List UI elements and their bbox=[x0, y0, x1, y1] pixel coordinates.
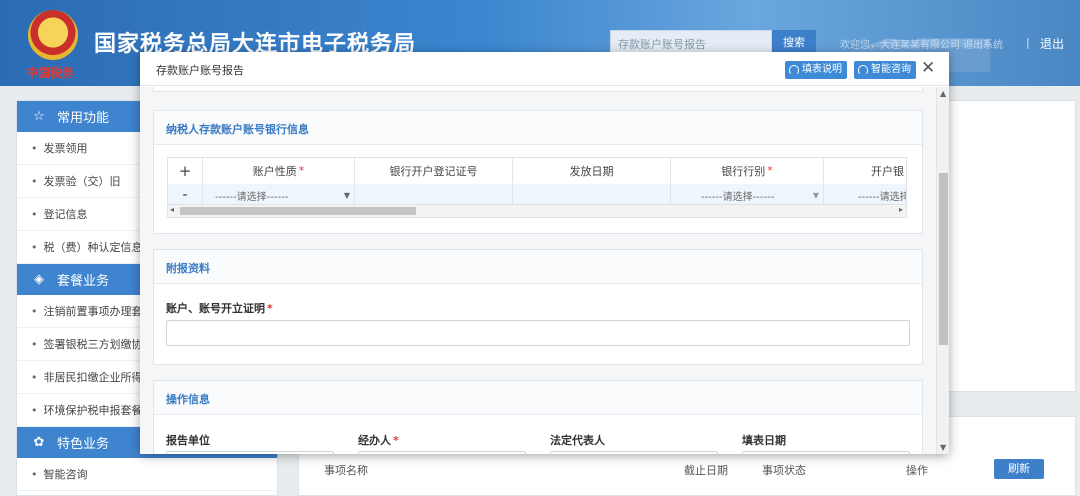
handler-label: 经办人 * bbox=[358, 434, 399, 447]
col-deadline: 截止日期 bbox=[684, 464, 728, 477]
dialog-header: 存款账户账号报告 填表说明 智能咨询 ✕ bbox=[140, 52, 949, 86]
scroll-thumb[interactable] bbox=[180, 207, 416, 215]
section-title: 操作信息 bbox=[154, 381, 922, 415]
headset-icon bbox=[858, 65, 868, 75]
legal-rep-input[interactable] bbox=[550, 451, 718, 454]
fill-guide-button[interactable]: 填表说明 bbox=[785, 61, 847, 79]
headset-icon bbox=[789, 65, 799, 75]
proof-upload-field[interactable] bbox=[166, 320, 910, 346]
grid-data-row: - ------请选择------ ▼ ------请选择------ ▼ ----… bbox=[168, 184, 906, 204]
dialog-body: 纳税人存款账户账号银行信息 + 账户性质 * 银行开户登记证号 发放日期 银行行别… bbox=[140, 87, 936, 454]
grid-col-bank-type: 银行行别 * bbox=[671, 158, 824, 183]
sidebar-section-title: 套餐业务 bbox=[57, 274, 110, 289]
sidebar-item-smart-consult[interactable]: • 智能咨询 bbox=[17, 458, 277, 491]
bank-reg-no-cell[interactable] bbox=[355, 184, 513, 204]
dropdown-arrow-icon: ▼ bbox=[812, 190, 819, 200]
scroll-down-icon[interactable]: ▼ bbox=[940, 443, 946, 452]
package-icon: ◈ bbox=[34, 272, 44, 287]
section-title: 纳税人存款账户账号银行信息 bbox=[154, 111, 922, 145]
scroll-right-icon[interactable]: ▸ bbox=[899, 205, 903, 214]
account-type-select[interactable]: ------请选择------ ▼ bbox=[203, 184, 355, 204]
logout-link[interactable]: 退出 bbox=[1040, 35, 1064, 52]
col-action: 操作 bbox=[906, 464, 928, 477]
dialog-title: 存款账户账号报告 bbox=[156, 64, 244, 77]
header-separator: | bbox=[1026, 36, 1030, 49]
bank-info-section: 纳税人存款账户账号银行信息 + 账户性质 * 银行开户登记证号 发放日期 银行行别… bbox=[153, 110, 923, 234]
legal-rep-label: 法定代表人 bbox=[550, 434, 605, 447]
smart-consult-button[interactable]: 智能咨询 bbox=[854, 61, 916, 79]
emblem-caption: 中国税务 bbox=[26, 66, 75, 80]
tax-emblem-icon bbox=[28, 10, 78, 60]
handler-input[interactable] bbox=[358, 451, 526, 454]
grid-col-issue-date: 发放日期 bbox=[513, 158, 671, 183]
dialog-vertical-scrollbar[interactable]: ▲ ▼ bbox=[936, 87, 949, 454]
grid-header-row: + 账户性质 * 银行开户登记证号 发放日期 银行行别 * 开户银 bbox=[168, 158, 906, 183]
deposit-account-report-dialog: 存款账户账号报告 填表说明 智能咨询 ✕ 纳税人存款账户账号银行信息 + 账户性… bbox=[140, 52, 949, 454]
dropdown-arrow-icon: ▼ bbox=[343, 190, 350, 200]
report-unit-label: 报告单位 bbox=[166, 434, 210, 447]
sidebar-section-title: 特色业务 bbox=[57, 437, 110, 452]
section-title: 附报资料 bbox=[154, 250, 922, 284]
scroll-left-icon[interactable]: ◂ bbox=[170, 205, 174, 214]
bank-type-select[interactable]: ------请选择------ ▼ bbox=[671, 184, 824, 204]
user-info: 欢迎您，大连某某有限公司 退出系统 bbox=[840, 40, 1004, 51]
remove-row-button[interactable]: - bbox=[168, 184, 203, 204]
scroll-thumb[interactable] bbox=[939, 173, 948, 345]
col-name: 事项名称 bbox=[324, 464, 368, 477]
close-icon[interactable]: ✕ bbox=[921, 58, 935, 78]
issue-date-cell[interactable] bbox=[513, 184, 671, 204]
grid-col-open-bank: 开户银 bbox=[871, 164, 904, 178]
proof-label: 账户、账号开立证明 * bbox=[166, 302, 273, 315]
fill-date-input[interactable] bbox=[742, 451, 910, 454]
sidebar-section-title: 常用功能 bbox=[57, 111, 110, 126]
bank-info-grid: + 账户性质 * 银行开户登记证号 发放日期 银行行别 * 开户银 - ------… bbox=[167, 157, 907, 205]
fill-date-label: 填表日期 bbox=[742, 434, 786, 447]
grid-col-bank-reg-no: 银行开户登记证号 bbox=[355, 158, 513, 183]
add-row-button[interactable]: + bbox=[168, 158, 203, 183]
previous-section bbox=[153, 87, 923, 92]
star-icon: ☆ bbox=[33, 109, 45, 124]
todo-list-header: 事项名称 截止日期 事项状态 操作 bbox=[298, 456, 1076, 484]
grid-col-account-type: 账户性质 * bbox=[203, 158, 355, 183]
scroll-up-icon[interactable]: ▲ bbox=[940, 89, 946, 98]
open-bank-select[interactable]: ------请选择 bbox=[824, 184, 906, 204]
refresh-button[interactable]: 刷新 bbox=[994, 459, 1044, 479]
report-unit-input[interactable] bbox=[166, 451, 334, 454]
feature-icon: ✿ bbox=[33, 435, 45, 450]
operation-info-section: 操作信息 报告单位 经办人 * 法定代表人 填表日期 bbox=[153, 380, 923, 454]
grid-horizontal-scrollbar[interactable]: ◂ ▸ bbox=[167, 205, 907, 218]
col-status: 事项状态 bbox=[762, 464, 806, 477]
attachments-section: 附报资料 账户、账号开立证明 * bbox=[153, 249, 923, 365]
